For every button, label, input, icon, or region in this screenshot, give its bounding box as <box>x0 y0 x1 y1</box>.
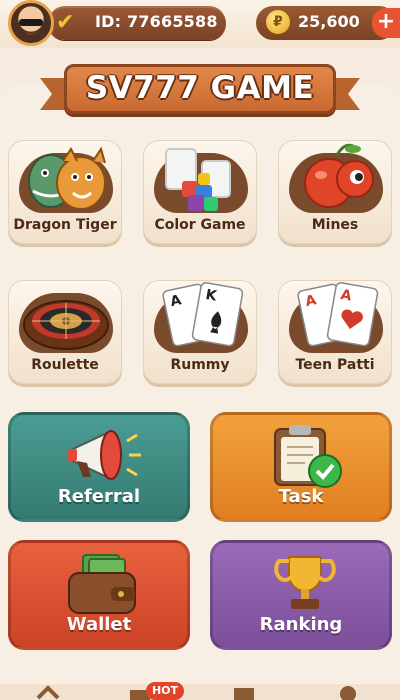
megaphone-icon <box>67 430 141 480</box>
card-label: Ranking <box>259 614 343 635</box>
game-tile-mines[interactable]: Mines <box>278 140 392 244</box>
avatar[interactable] <box>8 0 54 46</box>
game-label: Teen Patti <box>295 357 375 373</box>
game-tile-dragon-tiger[interactable]: Dragon Tiger <box>8 140 122 244</box>
vip-badge-icon: ✔ <box>56 10 75 35</box>
smile-icon <box>25 30 37 35</box>
card-label: Wallet <box>66 614 132 635</box>
game-label: Color Game <box>154 217 246 233</box>
roulette-icon <box>23 300 109 350</box>
game-label: Roulette <box>31 357 99 373</box>
add-funds-button[interactable]: + <box>372 8 400 38</box>
page-title: SV777 GAME <box>85 70 315 106</box>
color-game-icon <box>165 148 231 211</box>
trophy-icon <box>274 556 336 609</box>
profile-icon[interactable] <box>336 684 360 700</box>
ranking-card[interactable]: Ranking <box>210 540 392 650</box>
game-tile-teen-patti[interactable]: A A Teen Patti <box>278 280 392 384</box>
wallet-card[interactable]: Wallet <box>8 540 190 650</box>
bottom-nav <box>0 684 400 700</box>
game-tile-roulette[interactable]: Roulette <box>8 280 122 384</box>
profile-id: ID: 77665588 <box>95 12 218 31</box>
game-label: Rummy <box>170 357 230 373</box>
title-ribbon: SV777 GAME <box>40 60 360 116</box>
referral-card[interactable]: Referral <box>8 412 190 522</box>
hot-badge: HOT <box>146 682 184 700</box>
mail-icon[interactable] <box>232 686 256 700</box>
game-tile-rummy[interactable]: A K Rummy <box>143 280 257 384</box>
coin-icon: ₽ <box>266 10 290 34</box>
game-tile-color-game[interactable]: Color Game <box>143 140 257 244</box>
balance-amount: 25,600 <box>298 12 360 31</box>
card-label: Task <box>278 486 324 507</box>
clipboard-check-icon <box>274 425 342 488</box>
card-label: Referral <box>57 486 141 507</box>
home-icon[interactable] <box>36 684 60 700</box>
task-card[interactable]: Task <box>210 412 392 522</box>
sunglasses-icon <box>19 19 43 26</box>
rummy-icon: A K <box>162 282 244 347</box>
game-label: Mines <box>311 217 359 233</box>
game-label: Dragon Tiger <box>13 217 117 233</box>
mines-icon <box>304 143 374 208</box>
wallet-icon <box>68 554 136 614</box>
teen-patti-icon: A A <box>297 282 379 347</box>
dragon-tiger-icon <box>28 146 106 210</box>
